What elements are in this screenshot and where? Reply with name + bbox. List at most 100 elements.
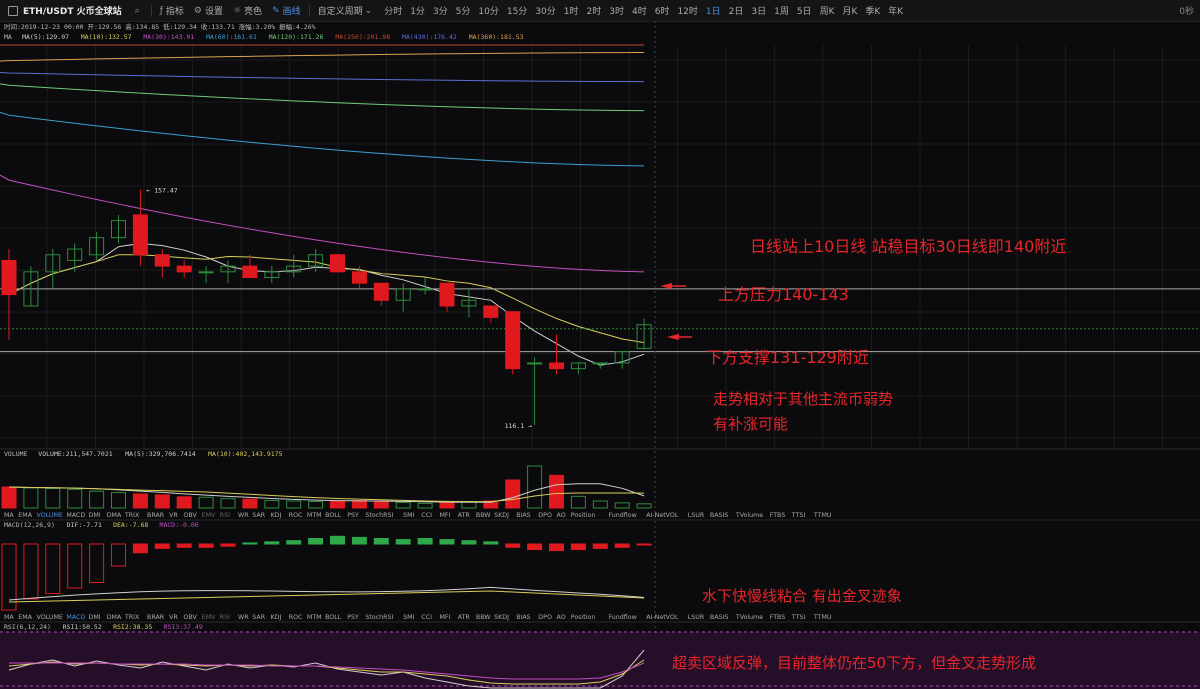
volume-bar-17 [373, 500, 389, 509]
ma-legend-item-5: MA(120):171.26 [269, 33, 324, 41]
tabs1-tab-5[interactable]: DMA [107, 512, 122, 519]
macd-bar-17 [373, 538, 389, 545]
tabs1-tab-6[interactable]: TRIX [124, 512, 140, 519]
tabs2-tab-32[interactable]: LSUR [688, 614, 705, 621]
tabs1-tab-19[interactable]: StochRSI [365, 512, 393, 519]
volume-bar-3 [67, 488, 83, 509]
tabs2-tab-6[interactable]: TRIX [124, 614, 140, 621]
tabs2-tab-4[interactable]: DMI [89, 614, 101, 621]
candle-26 [570, 362, 586, 375]
tabs1-tab-23[interactable]: ATR [458, 512, 471, 519]
tabs1-tab-17[interactable]: BOLL [325, 512, 342, 519]
tabs2-tab-18[interactable]: PSY [347, 614, 359, 621]
tabs2-tab-25[interactable]: SKDJ [494, 614, 509, 621]
tabs1-tab-30[interactable]: Fundflow [609, 512, 637, 519]
volume-bar-7 [154, 494, 170, 509]
tabs2-tab-22[interactable]: MFI [440, 614, 451, 621]
tabs2-tab-30[interactable]: Fundflow [609, 614, 637, 621]
volume-bar-28 [614, 502, 630, 509]
tabs1-tab-2[interactable]: VOLUME [37, 512, 63, 519]
tabs2-tab-9[interactable]: OBV [183, 614, 197, 621]
tabs2-tab-34[interactable]: TVolume [735, 614, 763, 621]
tabs2-tab-12[interactable]: WR [238, 614, 249, 621]
tabs2-tab-26[interactable]: BIAS [516, 614, 530, 621]
tabs2-tab-14[interactable]: KDJ [271, 614, 282, 621]
candle-20 [439, 282, 455, 312]
candle-18 [395, 283, 411, 312]
tabs2-tab-2[interactable]: VOLUME [37, 614, 63, 621]
tabs2-tab-1[interactable]: EMA [18, 614, 32, 621]
tabs2-tab-21[interactable]: CCI [421, 614, 432, 621]
tabs2-tab-29[interactable]: Position [571, 614, 596, 621]
tabs2-tab-11[interactable]: RSI [220, 614, 230, 621]
tabs1-tab-36[interactable]: TTSI [791, 512, 806, 519]
tabs1-tab-7[interactable]: BRAR [147, 512, 165, 519]
indicator-tabs-1: MA EMA VOLUME MACD DMI DMA TRIX BRAR VR OBV EMV RSI… [4, 512, 832, 519]
tabs1-tab-15[interactable]: ROC [289, 512, 303, 519]
tabs1-tab-11[interactable]: RSI [220, 512, 230, 519]
volume-bar-18 [395, 501, 411, 509]
support-resistance-lines [0, 288, 1200, 353]
macd-bar-8 [176, 543, 192, 548]
tabs2-tab-13[interactable]: SAR [252, 614, 265, 621]
tabs2-tab-15[interactable]: ROC [289, 614, 303, 621]
annotation-weak-trend: 走势相对于其他主流币弱势 [713, 390, 893, 408]
tabs2-tab-10[interactable]: EMV [202, 614, 216, 621]
tabs1-tab-22[interactable]: MFI [440, 512, 451, 519]
tabs1-tab-1[interactable]: EMA [18, 512, 32, 519]
chart-canvas[interactable]: 时间:2019-12-23 00:00 开:129.56 高:134.85 低:… [0, 0, 1200, 689]
tabs1-tab-28[interactable]: AO [557, 512, 566, 519]
tabs1-tab-16[interactable]: MTM [307, 512, 322, 519]
tabs1-tab-4[interactable]: DMI [89, 512, 101, 519]
tabs1-tab-21[interactable]: CCI [421, 512, 432, 519]
moving-average-lines [0, 44, 645, 366]
tabs1-tab-20[interactable]: SMI [403, 512, 414, 519]
tabs2-tab-16[interactable]: MTM [307, 614, 322, 621]
macd-bar-3 [67, 543, 83, 589]
tabs2-tab-27[interactable]: DPO [538, 614, 552, 621]
tabs2-tab-31[interactable]: AI-NetVOL [646, 614, 679, 621]
tabs1-tab-18[interactable]: PSY [347, 512, 359, 519]
tabs2-tab-8[interactable]: VR [169, 614, 178, 621]
tabs1-tab-27[interactable]: DPO [538, 512, 552, 519]
tabs2-tab-35[interactable]: FTBS [770, 614, 786, 621]
ma-legend-item-4: MA(60):161.61 [206, 33, 257, 41]
tabs1-tab-24[interactable]: BBW [476, 512, 491, 519]
tabs1-tab-34[interactable]: TVolume [735, 512, 763, 519]
tabs1-tab-14[interactable]: KDJ [271, 512, 282, 519]
tabs1-tab-35[interactable]: FTBS [770, 512, 786, 519]
tabs1-tab-12[interactable]: WR [238, 512, 249, 519]
tabs1-tab-33[interactable]: BASIS [710, 512, 728, 519]
tabs2-tab-28[interactable]: AO [557, 614, 566, 621]
ma5-line [8, 242, 645, 366]
tabs2-tab-23[interactable]: ATR [458, 614, 471, 621]
tabs2-tab-17[interactable]: BOLL [325, 614, 342, 621]
tabs1-tab-29[interactable]: Position [571, 512, 596, 519]
tabs1-tab-32[interactable]: LSUR [688, 512, 705, 519]
rsi-legend-item-2: RSI2:38.35 [113, 623, 152, 631]
tabs1-tab-8[interactable]: VR [169, 512, 178, 519]
tabs1-tab-0[interactable]: MA [4, 512, 14, 519]
tabs1-tab-13[interactable]: SAR [252, 512, 265, 519]
tabs2-tab-0[interactable]: MA [4, 614, 14, 621]
macd-bar-4 [89, 543, 105, 583]
tabs1-tab-10[interactable]: EMV [202, 512, 216, 519]
tabs1-tab-9[interactable]: OBV [183, 512, 197, 519]
tabs2-tab-20[interactable]: SMI [403, 614, 414, 621]
tabs2-tab-33[interactable]: BASIS [710, 614, 728, 621]
tabs2-tab-24[interactable]: BBW [476, 614, 491, 621]
tabs2-tab-36[interactable]: TTSI [791, 614, 806, 621]
macd-bar-13 [286, 540, 302, 545]
tabs1-tab-37[interactable]: TTMU [813, 512, 832, 519]
volume-bar-14 [308, 500, 324, 509]
tabs2-tab-7[interactable]: BRAR [147, 614, 165, 621]
tabs2-tab-3[interactable]: MACD [66, 614, 85, 621]
tabs1-tab-26[interactable]: BIAS [516, 512, 530, 519]
tabs2-tab-37[interactable]: TTMU [813, 614, 832, 621]
tabs1-tab-31[interactable]: AI-NetVOL [646, 512, 679, 519]
tabs2-tab-19[interactable]: StochRSI [365, 614, 393, 621]
tabs2-tab-5[interactable]: DMA [107, 614, 122, 621]
tabs1-tab-3[interactable]: MACD [66, 512, 85, 519]
volume-bar-6 [132, 493, 148, 509]
tabs1-tab-25[interactable]: SKDJ [494, 512, 509, 519]
